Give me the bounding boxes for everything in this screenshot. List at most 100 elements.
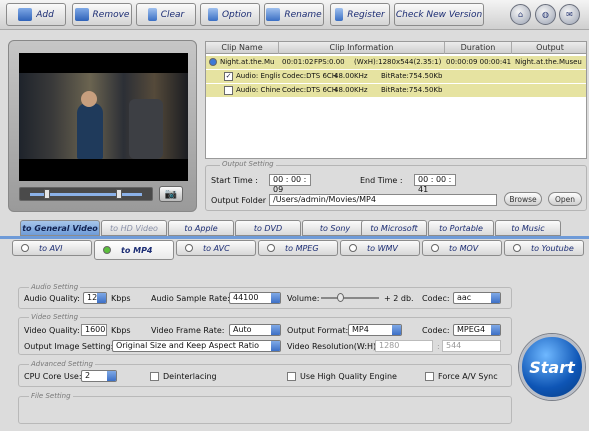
remove-file-icon — [74, 8, 89, 21]
remove-button[interactable]: Remove — [72, 3, 132, 26]
video-frame-rate-select[interactable]: Auto — [229, 324, 281, 336]
volume-label: Volume: — [287, 294, 320, 303]
start-time-field[interactable]: 00 : 00 : 09 — [269, 174, 311, 194]
output-format-label: Output Format: — [287, 326, 349, 335]
audio-chinese-checkbox[interactable] — [224, 86, 233, 95]
force-av-sync-checkbox[interactable] — [425, 372, 434, 381]
globe-icon[interactable]: ◍ — [535, 4, 556, 25]
subtab-mov[interactable]: to MOV — [422, 240, 502, 256]
col-output: Output — [536, 43, 564, 52]
output-setting-group: Output Setting Start Time : 00 : 00 : 09… — [205, 160, 587, 211]
video-width-input[interactable]: 1280 — [375, 340, 433, 352]
audio-setting-group: Audio Setting Audio Quality: 128 Kbps Au… — [18, 283, 512, 309]
end-time-field[interactable]: 00 : 00 : 41 — [414, 174, 456, 194]
deinterlacing-label: Deinterlacing — [163, 372, 217, 381]
tab-music[interactable]: to Music — [495, 220, 561, 236]
audio-quality-select[interactable]: 128 — [83, 292, 107, 304]
check-new-version-button[interactable]: Check New Version — [394, 3, 484, 26]
output-format-select[interactable]: MP4 — [348, 324, 402, 336]
volume-slider-knob[interactable] — [337, 293, 344, 302]
output-image-setting-value: Original Size and Keep Aspect Ratio — [116, 341, 259, 350]
subtab-mpeg[interactable]: to MPEG — [258, 240, 338, 256]
start-button[interactable]: Start — [519, 334, 585, 400]
trim-start-handle[interactable] — [44, 189, 50, 199]
snapshot-camera-icon[interactable]: 📷 — [159, 186, 183, 202]
audio-codec-value: aac — [457, 293, 472, 302]
clip-select-radio[interactable] — [209, 58, 217, 66]
tab-hd-video[interactable]: to HD Video — [101, 220, 167, 236]
register-button-label: Register — [347, 9, 385, 20]
end-time-label: End Time : — [360, 176, 403, 185]
subtab-avc[interactable]: to AVC — [176, 240, 256, 256]
video-resolution-label: Video Resolution(W:H): — [287, 342, 379, 351]
remove-button-label: Remove — [92, 9, 130, 20]
video-codec-select[interactable]: MPEG4 — [453, 324, 501, 336]
add-button-label: Add — [36, 9, 54, 20]
video-codec-label: Codec: — [422, 326, 450, 335]
output-folder-field[interactable]: /Users/admin/Movies/MP4 — [269, 194, 497, 206]
mail-icon[interactable]: ✉ — [559, 4, 580, 25]
video-quality-input[interactable]: 1600 — [81, 324, 107, 336]
rename-icon — [266, 8, 281, 21]
audio-track-label: Audio: English — [236, 72, 280, 80]
tab-dvd[interactable]: to DVD — [235, 220, 301, 236]
col-clip-name: Clip Name — [206, 42, 279, 54]
home-icon[interactable]: ⌂ — [510, 4, 531, 25]
clear-icon — [147, 8, 157, 21]
option-button-label: Option — [221, 9, 253, 20]
tab-portable[interactable]: to Portable — [428, 220, 494, 236]
audio-sample-rate-value: 44100 — [233, 293, 259, 302]
subtab-avi[interactable]: to AVI — [12, 240, 92, 256]
subtab-youtube[interactable]: to Youtube — [504, 240, 584, 256]
table-row[interactable]: ✓ Audio: English Codec:DTS 6CH 48.00KHz … — [206, 70, 586, 83]
audio-bitrate: BitRate:754.50Kb — [381, 72, 443, 80]
clip-duration: 00:00:09 00:00:41 — [446, 58, 512, 66]
option-button[interactable]: Option — [200, 3, 260, 26]
audio-english-checkbox[interactable]: ✓ — [224, 72, 233, 81]
tab-microsoft[interactable]: to Microsoft — [361, 220, 427, 236]
output-folder-label: Output Folder : — [211, 196, 272, 205]
video-height-input[interactable]: 544 — [442, 340, 501, 352]
start-time-label: Start Time : — [211, 176, 258, 185]
video-kbps-label: Kbps — [111, 326, 131, 335]
tab-general-video[interactable]: to General Video — [20, 220, 100, 236]
add-file-icon — [18, 8, 33, 21]
video-frame-rate-label: Video Frame Rate: — [151, 326, 225, 335]
cpu-core-select[interactable]: 2 — [81, 370, 117, 382]
tab-sony[interactable]: to Sony — [302, 220, 368, 236]
register-button[interactable]: Register — [330, 3, 390, 26]
video-frame-rate-value: Auto — [233, 325, 252, 334]
resolution-separator: : — [437, 342, 440, 351]
volume-slider[interactable] — [321, 293, 379, 302]
add-button[interactable]: Add — [6, 3, 66, 26]
output-image-setting-select[interactable]: Original Size and Keep Aspect Ratio — [112, 340, 281, 352]
radio-icon — [349, 244, 357, 252]
browse-button[interactable]: Browse — [504, 192, 542, 206]
tab-apple[interactable]: to Apple — [168, 220, 234, 236]
high-quality-engine-checkbox[interactable] — [287, 372, 296, 381]
deinterlacing-checkbox[interactable] — [150, 372, 159, 381]
audio-codec-select[interactable]: aac — [453, 292, 501, 304]
wrench-icon — [207, 8, 218, 21]
trim-end-handle[interactable] — [116, 189, 122, 199]
audio-frequency: 48.00KHz — [334, 86, 368, 94]
clear-button[interactable]: Clear — [136, 3, 196, 26]
subtab-label: to Youtube — [531, 243, 574, 253]
audio-codec-label: Codec: — [422, 294, 450, 303]
col-clip-information: Clip Information — [279, 42, 445, 54]
trim-slider[interactable] — [19, 187, 153, 201]
audio-setting-title: Audio Setting — [29, 283, 81, 291]
high-quality-engine-label: Use High Quality Engine — [300, 372, 397, 381]
audio-sample-rate-select[interactable]: 44100 — [229, 292, 281, 304]
table-row[interactable]: Audio: Chinese Codec:DTS 6CH 48.00KHz Bi… — [206, 84, 586, 97]
clip-size: (WxH):1280x544(2.35:1) — [354, 58, 442, 66]
rename-button[interactable]: Rename — [264, 3, 324, 26]
cpu-core-value: 2 — [85, 371, 91, 380]
open-button[interactable]: Open — [548, 192, 582, 206]
audio-sample-rate-label: Audio Sample Rate: — [151, 294, 230, 303]
subtab-wmv[interactable]: to WMV — [340, 240, 420, 256]
subtab-mp4[interactable]: to MP4 — [94, 240, 174, 260]
table-row[interactable]: Night.at.the.Mu 00:01:02 FPS:0.00 (WxH):… — [206, 56, 586, 69]
subtab-label: to WMV — [367, 243, 398, 253]
audio-codec: Codec:DTS 6CH — [282, 72, 338, 80]
